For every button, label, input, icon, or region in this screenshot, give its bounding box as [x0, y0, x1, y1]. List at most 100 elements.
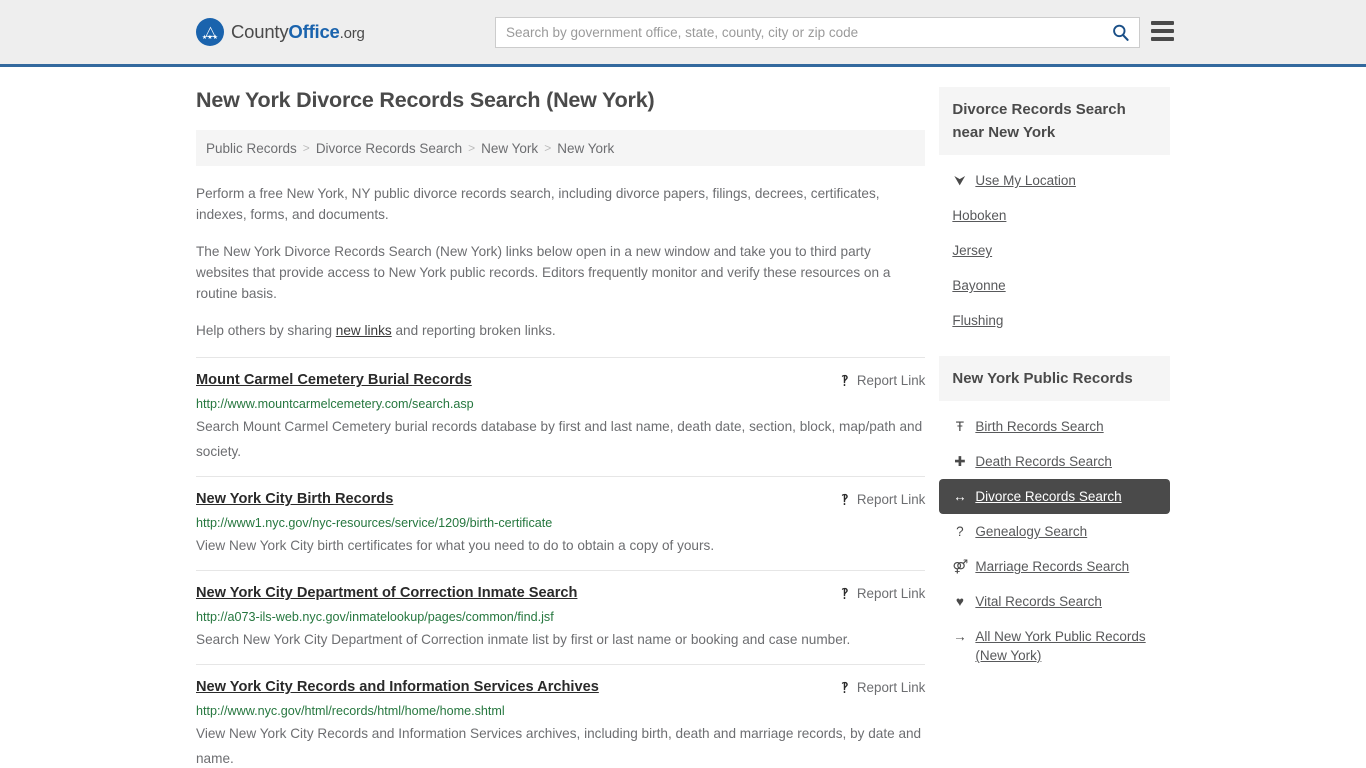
result-header: New York City Birth Records ‽ Report Link — [196, 490, 925, 509]
result-header: Mount Carmel Cemetery Burial Records ‽ Rep… — [196, 371, 925, 390]
sidebar-list-item: ↔ Divorce Records Search — [939, 479, 1170, 514]
hamburger-menu-icon[interactable] — [1151, 20, 1174, 42]
intro-paragraph-1: Perform a free New York, NY public divor… — [196, 186, 880, 222]
sidebar-item-bayonne[interactable]: Bayonne — [939, 268, 1170, 303]
result-item: New York City Records and Information Se… — [196, 664, 926, 768]
hamburger-bar — [1151, 29, 1174, 33]
result-url-link[interactable]: http://www.mountcarmelcemetery.com/searc… — [196, 396, 925, 412]
gender-symbols-icon: ⚤ — [952, 559, 969, 574]
logo-text: CountyOffice.org — [231, 21, 365, 43]
sidebar-box-near-locations: Divorce Records Search near New York ⮟ Us… — [939, 87, 1170, 338]
breadcrumb-item-new-york-state[interactable]: New York — [481, 141, 538, 156]
search-button[interactable] — [1101, 18, 1139, 47]
sidebar-near-list: ⮟ Use My Location Hoboken Jersey Bayonne Flus… — [939, 155, 1170, 338]
sidebar: Divorce Records Search near New York ⮟ Us… — [939, 67, 1170, 691]
report-link-button[interactable]: ‽ Report Link — [825, 371, 925, 390]
new-links-link[interactable]: new links — [336, 323, 392, 338]
result-url-link[interactable]: http://www.nyc.gov/html/records/html/hom… — [196, 703, 925, 719]
sidebar-list-item: ⮟ Use My Location — [939, 163, 1170, 198]
report-link-label: Report Link — [856, 586, 926, 601]
result-description: Search New York City Department of Corre… — [196, 632, 851, 647]
page-title: New York Divorce Records Search (New Yor… — [196, 88, 655, 112]
map-pin-icon: ⮟ — [954, 173, 966, 188]
sidebar-heading-near: Divorce Records Search near New York — [939, 87, 1170, 155]
sidebar-item-hoboken[interactable]: Hoboken — [939, 198, 1170, 233]
sidebar-list-item: ? Genealogy Search — [939, 514, 1170, 549]
intro-paragraph-2: The New York Divorce Records Search (New… — [196, 244, 891, 301]
sidebar-list-item: Flushing — [939, 303, 1170, 338]
report-link-button[interactable]: ‽ Report Link — [825, 678, 925, 697]
sidebar-list-item: Ŧ Birth Records Search — [939, 409, 1170, 444]
site-logo[interactable]: △ ★★★ CountyOffice.org — [196, 18, 365, 46]
main-content: New York Divorce Records Search (New Yor… — [196, 67, 926, 768]
result-description: Search Mount Carmel Cemetery burial reco… — [196, 419, 923, 459]
result-url-link[interactable]: http://www1.nyc.gov/nyc-resources/servic… — [196, 515, 925, 531]
sidebar-item-all-new-york-public-records-new-york[interactable]: → All New York Public Records (New York) — [939, 619, 1170, 673]
search-input[interactable] — [496, 18, 1101, 47]
report-link-label: Report Link — [856, 492, 926, 507]
sidebar-list-item: ✚ Death Records Search — [939, 444, 1170, 479]
sidebar-item-vital-records-search[interactable]: ♥ Vital Records Search — [939, 584, 1170, 619]
sidebar-item-divorce-records-search[interactable]: ↔ Divorce Records Search — [939, 479, 1170, 514]
sidebar-item-label: Jersey — [952, 243, 993, 258]
breadcrumb-separator: > — [302, 141, 310, 155]
sidebar-item-genealogy-search[interactable]: ? Genealogy Search — [939, 514, 1170, 549]
logo-text-part2: Office — [288, 21, 340, 42]
sidebar-item-birth-records-search[interactable]: Ŧ Birth Records Search — [939, 409, 1170, 444]
report-link-label: Report Link — [856, 373, 926, 388]
hamburger-bar — [1151, 21, 1174, 25]
child-icon: Ŧ — [955, 419, 964, 434]
breadcrumb-item-divorce-records-search[interactable]: Divorce Records Search — [316, 141, 462, 156]
intro-paragraph-3: Help others by sharing new links and rep… — [196, 320, 925, 341]
sidebar-item-label: Use My Location — [975, 173, 1076, 188]
result-header: New York City Department of Correction I… — [196, 584, 925, 603]
question-mark-icon: ? — [956, 524, 964, 539]
arrow-right-icon: → — [953, 629, 967, 644]
left-right-arrow-icon: ↔ — [953, 489, 967, 504]
sidebar-item-death-records-search[interactable]: ✚ Death Records Search — [939, 444, 1170, 479]
sidebar-item-label: All New York Public Records (New York) — [975, 629, 1146, 663]
report-link-button[interactable]: ‽ Report Link — [825, 584, 925, 603]
sidebar-item-flushing[interactable]: Flushing — [939, 303, 1170, 338]
broken-link-icon: ‽ — [840, 679, 849, 697]
broken-link-icon: ‽ — [840, 585, 849, 603]
intro-text: Perform a free New York, NY public divor… — [196, 183, 925, 341]
sidebar-item-marriage-records-search[interactable]: ⚤ Marriage Records Search — [939, 549, 1170, 584]
report-link-button[interactable]: ‽ Report Link — [825, 490, 925, 509]
sidebar-item-label: Marriage Records Search — [975, 559, 1130, 574]
breadcrumb-item-public-records[interactable]: Public Records — [206, 141, 297, 156]
result-item: New York City Department of Correction I… — [196, 570, 926, 664]
result-title-link[interactable]: Mount Carmel Cemetery Burial Records — [196, 371, 472, 390]
breadcrumb-item-new-york-city[interactable]: New York — [557, 141, 614, 156]
intro-p3-after: and reporting broken links. — [391, 323, 556, 338]
sidebar-item-label: Birth Records Search — [975, 419, 1104, 434]
breadcrumb-separator: > — [468, 141, 476, 155]
sidebar-item-label: Death Records Search — [975, 454, 1112, 469]
heartbeat-icon: ♥ — [955, 594, 964, 609]
sidebar-item-jersey[interactable]: Jersey — [939, 233, 1170, 268]
result-title-link[interactable]: New York City Birth Records — [196, 490, 393, 509]
breadcrumb-separator: > — [544, 141, 552, 155]
site-header: △ ★★★ CountyOffice.org — [0, 0, 1366, 67]
page-container: New York Divorce Records Search (New Yor… — [0, 67, 1366, 768]
search-icon — [1112, 24, 1129, 41]
result-header: New York City Records and Information Se… — [196, 678, 925, 697]
eagle-stars-emblem-icon: △ ★★★ — [196, 18, 224, 46]
sidebar-box-public-records: New York Public Records Ŧ Birth Records S… — [939, 356, 1170, 673]
sidebar-heading-public-records: New York Public Records — [939, 356, 1170, 401]
report-link-label: Report Link — [856, 680, 926, 695]
result-item: New York City Birth Records ‽ Report Link h… — [196, 476, 926, 570]
cross-icon: ✚ — [954, 454, 966, 469]
sidebar-item-use-my-location[interactable]: ⮟ Use My Location — [939, 163, 1170, 198]
result-title-link[interactable]: New York City Department of Correction I… — [196, 584, 577, 603]
intro-p3-before: Help others by sharing — [196, 323, 336, 338]
hamburger-bar — [1151, 37, 1174, 41]
sidebar-item-label: Genealogy Search — [975, 524, 1088, 539]
search-bar — [495, 17, 1140, 48]
sidebar-list-item: → All New York Public Records (New York) — [939, 619, 1170, 673]
breadcrumb: Public Records > Divorce Records Search … — [196, 130, 926, 166]
result-url-link[interactable]: http://a073-ils-web.nyc.gov/inmatelookup… — [196, 609, 925, 625]
sidebar-item-label: Divorce Records Search — [975, 489, 1122, 504]
broken-link-icon: ‽ — [840, 491, 849, 509]
result-title-link[interactable]: New York City Records and Information Se… — [196, 678, 599, 697]
